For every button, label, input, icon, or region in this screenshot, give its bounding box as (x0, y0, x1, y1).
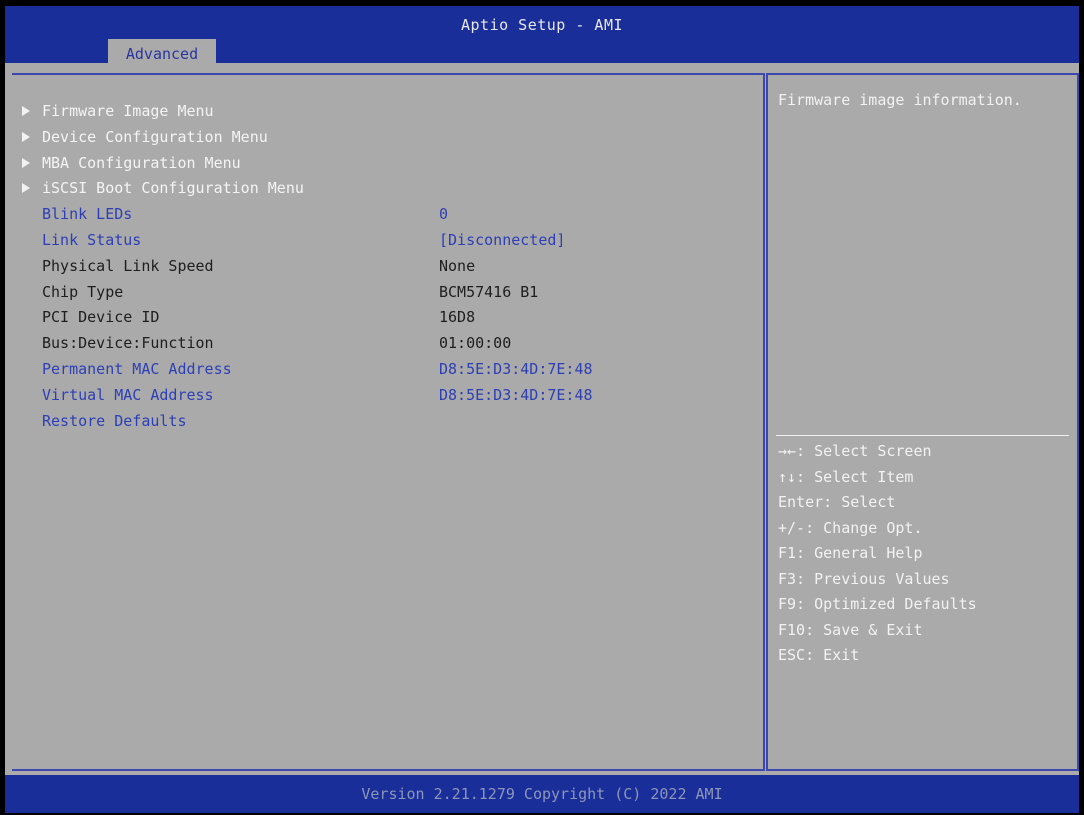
menu-item-label: Link Status (42, 231, 142, 249)
key-hint: ESC: Exit (778, 646, 860, 664)
menu-item-value: None (439, 256, 476, 275)
setup-body: Firmware Image Menu Device Configuration … (5, 63, 1079, 775)
menu-item[interactable]: Link Status [Disconnected] (12, 227, 752, 253)
menu-item: Chip Type BCM57416 B1 (12, 279, 752, 305)
menu-item[interactable]: Restore Defaults (12, 408, 752, 434)
menu-item-label: Physical Link Speed (42, 256, 214, 275)
menu-item-label: PCI Device ID (42, 308, 160, 327)
key-hint: F3: Previous Values (778, 569, 950, 588)
key-hint: +/-: Change Opt. (778, 518, 923, 537)
key-hint: →←: Select Screen (778, 442, 932, 460)
menu-item: PCI Device ID 16D8 (12, 304, 752, 330)
menu-item[interactable]: MBA Configuration Menu (12, 150, 752, 176)
app-title: Aptio Setup - AMI (460, 16, 624, 34)
menu-item[interactable]: Device Configuration Menu (12, 124, 752, 150)
menu-item-value: D8:5E:D3:4D:7E:48 (439, 385, 593, 404)
submenu-arrow-icon (22, 183, 30, 194)
menu-item-label: Device Configuration Menu (42, 127, 268, 146)
key-hint: F10: Save & Exit (778, 620, 923, 639)
menu-item-label: iSCSI Boot Configuration Menu (42, 179, 304, 198)
menu-item: Physical Link Speed None (12, 253, 752, 279)
menu-item-label: Virtual MAC Address (42, 385, 214, 404)
menu-item-label: Restore Defaults (42, 411, 187, 430)
key-hint: F1: General Help (778, 544, 923, 562)
key-legend: →←: Select Screen ↑↓: Select Item Enter: S… (778, 439, 977, 669)
menu-item-value: 01:00:00 (439, 334, 512, 353)
help-panel: Firmware image information. →←: Select S… (766, 73, 1079, 771)
key-hint: ↑↓: Select Item (778, 467, 914, 486)
help-divider (776, 435, 1069, 436)
menu-item-value: 0 (439, 205, 449, 224)
menu-item-label: Blink LEDs (42, 205, 133, 224)
title-bar: Aptio Setup - AMI Advanced (5, 6, 1079, 69)
menu-item[interactable]: Blink LEDs 0 (12, 201, 752, 227)
menu-item[interactable]: iSCSI Boot Configuration Menu (12, 175, 752, 201)
menu-item-label: Firmware Image Menu (42, 102, 214, 120)
footer-version: Version 2.21.1279 Copyright (C) 2022 AMI (5, 775, 1079, 813)
menu-item[interactable]: Virtual MAC Address D8:5E:D3:4D:7E:48 (12, 382, 752, 408)
menu-item-value: D8:5E:D3:4D:7E:48 (439, 360, 593, 378)
menu-item-value: 16D8 (439, 308, 476, 327)
settings-panel: Firmware Image Menu Device Configuration … (12, 73, 765, 771)
key-hint: F9: Optimized Defaults (778, 595, 977, 613)
help-description: Firmware image information. (778, 91, 1022, 109)
menu-item-label: MBA Configuration Menu (42, 153, 241, 172)
key-hint: Enter: Select (778, 493, 896, 511)
menu-item-value: [Disconnected] (439, 231, 566, 249)
menu-item[interactable]: Permanent MAC Address D8:5E:D3:4D:7E:48 (12, 356, 752, 382)
submenu-arrow-icon (22, 157, 30, 168)
menu-item: Bus:Device:Function 01:00:00 (12, 330, 752, 356)
submenu-arrow-icon (22, 131, 30, 142)
menu-item-label: Permanent MAC Address (42, 360, 232, 378)
menu-item-value: BCM57416 B1 (439, 282, 539, 301)
menu-item[interactable]: Firmware Image Menu (12, 98, 752, 124)
menu-item-label: Bus:Device:Function (42, 334, 214, 353)
submenu-arrow-icon (22, 106, 30, 116)
menu-item-label: Chip Type (42, 282, 124, 301)
